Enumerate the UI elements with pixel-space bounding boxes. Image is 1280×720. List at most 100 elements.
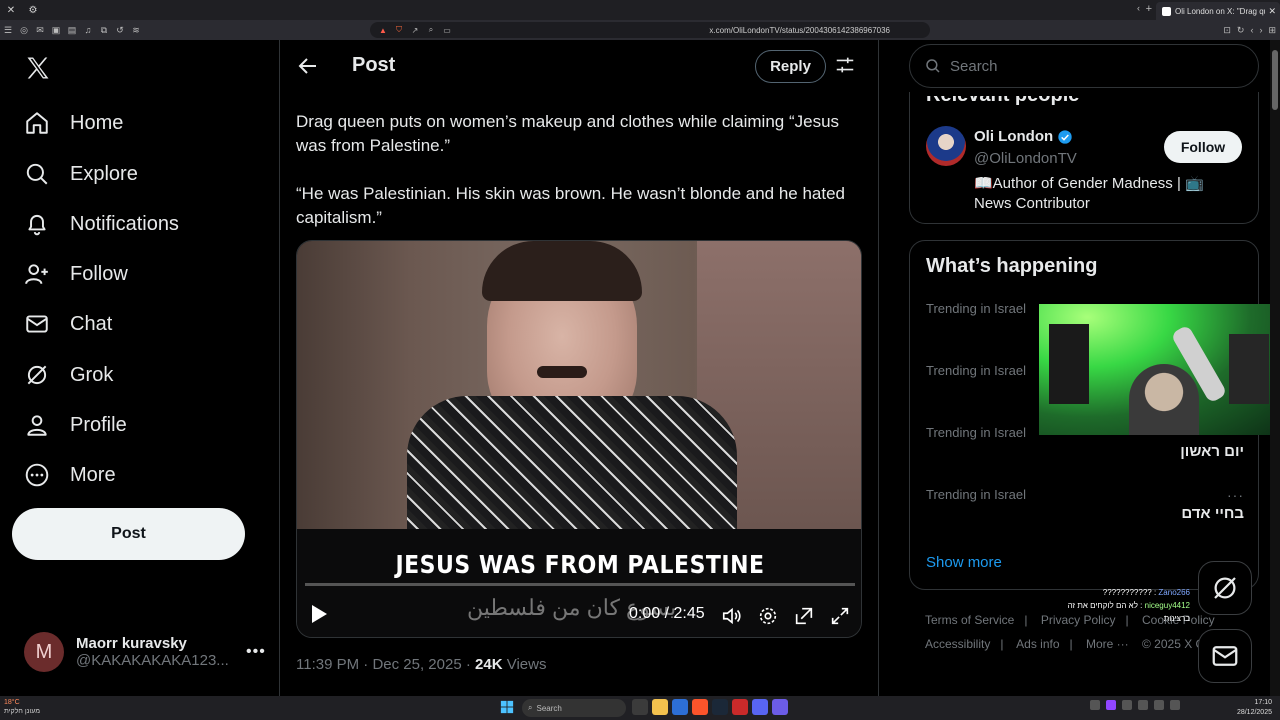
footer-link[interactable]: Terms of Service (925, 613, 1014, 627)
trend-name: יום ראשון (1180, 443, 1244, 460)
nav-item-follow[interactable]: Follow (24, 254, 128, 294)
nav-item-notifications[interactable]: Notifications (24, 204, 179, 244)
video-player[interactable]: JESUS WAS FROM PALESTINE يسوع كان من فلس… (296, 240, 862, 638)
url-field[interactable]: x.com/OliLondonTV/status/200430614238696… (370, 22, 930, 38)
nav-label: Explore (70, 162, 138, 185)
nav-item-explore[interactable]: Explore (24, 154, 138, 194)
tab-close-icon[interactable]: ✕ (1268, 6, 1276, 17)
steam-icon[interactable] (712, 699, 728, 715)
post-button[interactable]: Post (12, 508, 245, 560)
video-time: 0:00 / 2:45 (629, 605, 705, 622)
footer-link[interactable]: Ads info (1016, 637, 1059, 651)
file-explorer-icon[interactable] (652, 699, 668, 715)
messages-floating-button[interactable] (1198, 629, 1252, 683)
forward-nav-icon[interactable]: › (1259, 25, 1262, 35)
browser-menu-icon[interactable]: ⚙ (22, 0, 44, 20)
window-icon[interactable]: ⧉ (96, 20, 112, 40)
views-label: Views (506, 656, 547, 673)
windows-start-icon[interactable] (500, 700, 514, 714)
nav-item-more[interactable]: More (24, 455, 116, 495)
url-text: x.com/OliLondonTV/status/200430614238696… (709, 25, 890, 35)
search-input[interactable]: Search (909, 44, 1259, 88)
notes-icon[interactable]: ▤ (64, 20, 80, 40)
nav-item-chat[interactable]: Chat (24, 304, 112, 344)
sliders-icon[interactable] (834, 54, 856, 76)
footer-link[interactable]: Accessibility (925, 637, 990, 651)
footer-link[interactable]: More ··· (1086, 637, 1129, 651)
tab-active[interactable]: Oli London on X: "Drag queen p ✕ (1156, 2, 1280, 20)
relevant-bio: 📖Author of Gender Madness | 📺 News Contr… (974, 175, 1204, 212)
app-icon[interactable] (772, 699, 788, 715)
more-dots-icon[interactable]: ••• (246, 643, 266, 661)
relevant-name[interactable]: Oli London (974, 128, 1073, 145)
taskbar-search[interactable]: ⌕ Search (522, 699, 626, 717)
music-icon[interactable]: ♫ (80, 20, 96, 40)
show-more-link[interactable]: Show more (926, 554, 1002, 571)
bookmark-icon[interactable]: ⊡ (1223, 25, 1231, 36)
share-icon[interactable]: ↗ (408, 22, 422, 38)
weather-desc: מעונן חלקית (4, 708, 41, 715)
account-switcher[interactable]: M Maorr kuravsky @KAKAKAKAKA123... ••• (24, 630, 268, 674)
reload-icon[interactable]: ↻ (1237, 25, 1245, 36)
brave-shield-icon[interactable]: ⛉ (392, 22, 406, 38)
twitch-icon[interactable] (1106, 700, 1116, 710)
history-icon[interactable]: ↺ (112, 20, 128, 40)
wave-icon[interactable]: ≋ (128, 20, 144, 40)
tweet-date[interactable]: Dec 25, 2025 (372, 656, 461, 673)
wifi-icon[interactable] (1154, 700, 1164, 710)
system-tray (1090, 700, 1180, 710)
follow-button[interactable]: Follow (1164, 131, 1242, 163)
close-window-icon[interactable]: ✕ (0, 0, 22, 20)
new-tab-icon[interactable]: + (1146, 3, 1152, 15)
scrollbar-thumb[interactable] (1272, 50, 1278, 110)
play-icon[interactable] (309, 603, 329, 625)
x-logo-icon[interactable] (24, 54, 52, 82)
trend-item[interactable]: Trending in Israel ··· בחיי אדם (926, 487, 1244, 547)
workspace-icon[interactable]: ◎ (16, 20, 32, 40)
tray-icon[interactable] (1138, 700, 1148, 710)
bell-icon (24, 211, 50, 237)
reply-button[interactable]: Reply (755, 50, 826, 83)
video-progress-bar[interactable] (305, 583, 855, 586)
back-arrow-icon[interactable] (296, 54, 320, 78)
sidebar-toggle-icon[interactable]: ☰ (0, 20, 16, 40)
post-header: Post Reply (280, 40, 878, 93)
account-name: Maorr kuravsky (76, 635, 187, 652)
fullscreen-icon[interactable] (829, 605, 851, 627)
video-frame[interactable] (297, 241, 861, 531)
tab-list-icon[interactable]: ‹ (1137, 3, 1140, 13)
volume-icon[interactable] (721, 605, 743, 627)
tweet-paragraph: Drag queen puts on women’s makeup and cl… (296, 112, 840, 155)
nav-item-profile[interactable]: Profile (24, 405, 127, 445)
volume-icon[interactable] (1170, 700, 1180, 710)
page-scrollbar[interactable] (1270, 40, 1280, 696)
discord-icon[interactable] (752, 699, 768, 715)
tray-icon[interactable] (1090, 700, 1100, 710)
taskbar-clock[interactable]: 17:10 28/12/2025 (1237, 698, 1272, 718)
nav-item-home[interactable]: Home (24, 103, 123, 143)
app-icon[interactable] (732, 699, 748, 715)
avatar[interactable] (926, 126, 966, 166)
brave-browser-icon[interactable] (692, 699, 708, 715)
weather-widget[interactable]: 18°C מעונן חלקית (4, 698, 40, 716)
picture-in-picture-icon[interactable] (793, 605, 815, 627)
reader-icon[interactable]: ▭ (440, 22, 454, 38)
store-icon[interactable] (672, 699, 688, 715)
grok-icon (24, 362, 50, 388)
tweet-time[interactable]: 11:39 PM (296, 656, 359, 673)
panel-icon[interactable]: ▣ (48, 20, 64, 40)
zoom-icon[interactable]: ⌕ (424, 22, 438, 38)
video-person-hair (482, 241, 642, 301)
avatar: M (24, 632, 64, 672)
nav-item-grok[interactable]: Grok (24, 355, 113, 395)
back-nav-icon[interactable]: ‹ (1250, 25, 1253, 35)
grok-floating-button[interactable] (1198, 561, 1252, 615)
tray-icon[interactable] (1122, 700, 1132, 710)
more-dots-icon[interactable]: ··· (1227, 487, 1244, 503)
settings-gear-icon[interactable] (757, 605, 779, 627)
mail-app-icon[interactable]: ✉ (32, 20, 48, 40)
extension-icon[interactable]: ⊞ (1268, 25, 1276, 36)
warning-icon[interactable]: ▲ (376, 22, 390, 38)
task-view-icon[interactable] (632, 699, 648, 715)
separator: | (1069, 637, 1073, 651)
